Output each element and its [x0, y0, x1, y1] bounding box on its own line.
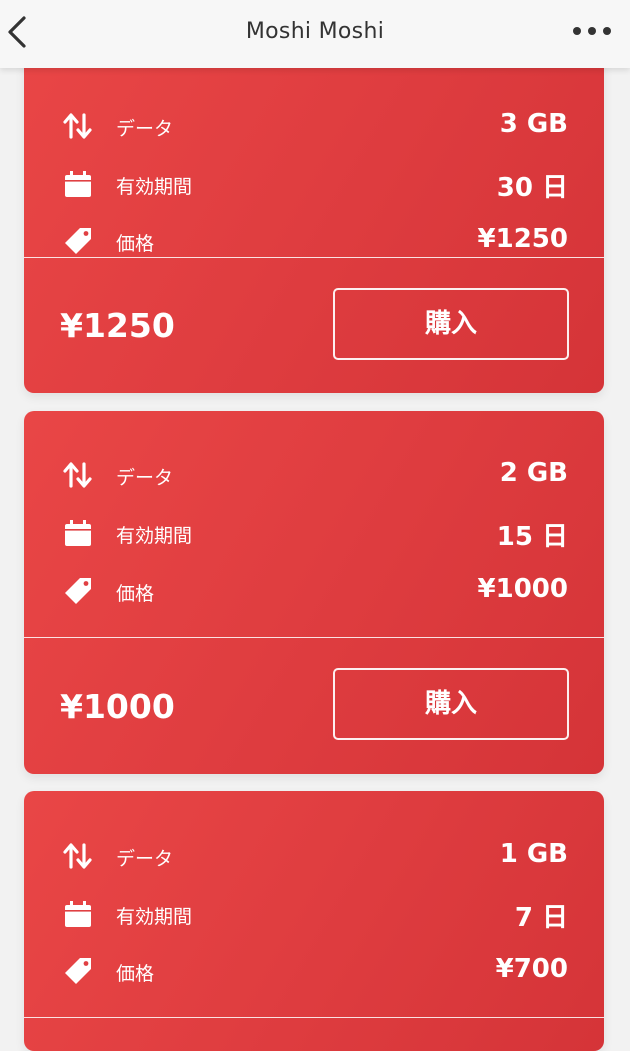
data-row: データ 1 GB — [24, 836, 604, 876]
validity-row: 有効期間 30 日 — [24, 164, 604, 204]
plan-list: データ 3 GB 有効期間 30 日 価格 ¥1250 ¥1250 購入 データ… — [0, 0, 630, 1051]
page-title: Moshi Moshi — [245, 19, 385, 44]
price-tag-icon — [65, 228, 91, 254]
transfer-arrows-icon — [63, 113, 92, 139]
data-value: 2 GB — [499, 458, 568, 488]
plan-card: データ 1 GB 有効期間 7 日 価格 ¥700 — [24, 791, 604, 1051]
data-label: データ — [116, 467, 174, 489]
price-row: 価格 ¥1250 — [24, 221, 604, 261]
price-row: 価格 ¥700 — [24, 951, 604, 991]
validity-label: 有効期間 — [116, 525, 193, 547]
data-value: 3 GB — [499, 109, 568, 139]
transfer-arrows-icon — [63, 462, 92, 488]
buy-button[interactable]: 購入 — [333, 668, 569, 740]
price-tag-icon — [65, 578, 91, 604]
card-divider — [24, 257, 604, 258]
transfer-arrows-icon — [63, 843, 92, 869]
plan-card: データ 3 GB 有効期間 30 日 価格 ¥1250 ¥1250 購入 — [24, 30, 604, 393]
price-row: 価格 ¥1000 — [24, 571, 604, 611]
validity-value: 7 日 — [514, 903, 568, 933]
plan-card: データ 2 GB 有効期間 15 日 価格 ¥1000 ¥1000 購入 — [24, 411, 604, 774]
buy-button[interactable]: 購入 — [333, 288, 569, 360]
price-label: 価格 — [116, 583, 155, 605]
card-divider — [24, 637, 604, 638]
validity-label: 有効期間 — [116, 906, 193, 928]
calendar-icon — [65, 520, 91, 546]
price-value: ¥700 — [495, 954, 568, 984]
card-divider — [24, 1017, 604, 1018]
calendar-icon — [65, 171, 91, 197]
data-row: データ 3 GB — [24, 106, 604, 146]
price-value: ¥1250 — [477, 224, 568, 254]
validity-label: 有効期間 — [116, 176, 193, 198]
price-tag-icon — [65, 958, 91, 984]
data-label: データ — [116, 848, 174, 870]
validity-row: 有効期間 7 日 — [24, 894, 604, 934]
price-label: 価格 — [116, 963, 155, 985]
validity-value: 30 日 — [496, 173, 568, 203]
data-value: 1 GB — [499, 839, 568, 869]
calendar-icon — [65, 901, 91, 927]
footer-price: ¥1250 — [60, 306, 175, 345]
data-row: データ 2 GB — [24, 455, 604, 495]
footer-price: ¥1000 — [60, 687, 175, 726]
navigation-bar: Moshi Moshi — [0, 0, 630, 68]
price-value: ¥1000 — [477, 574, 568, 604]
validity-row: 有効期間 15 日 — [24, 513, 604, 553]
validity-value: 15 日 — [496, 522, 568, 552]
data-label: データ — [116, 118, 174, 140]
ellipsis-icon[interactable] — [570, 20, 614, 42]
price-label: 価格 — [116, 233, 155, 255]
